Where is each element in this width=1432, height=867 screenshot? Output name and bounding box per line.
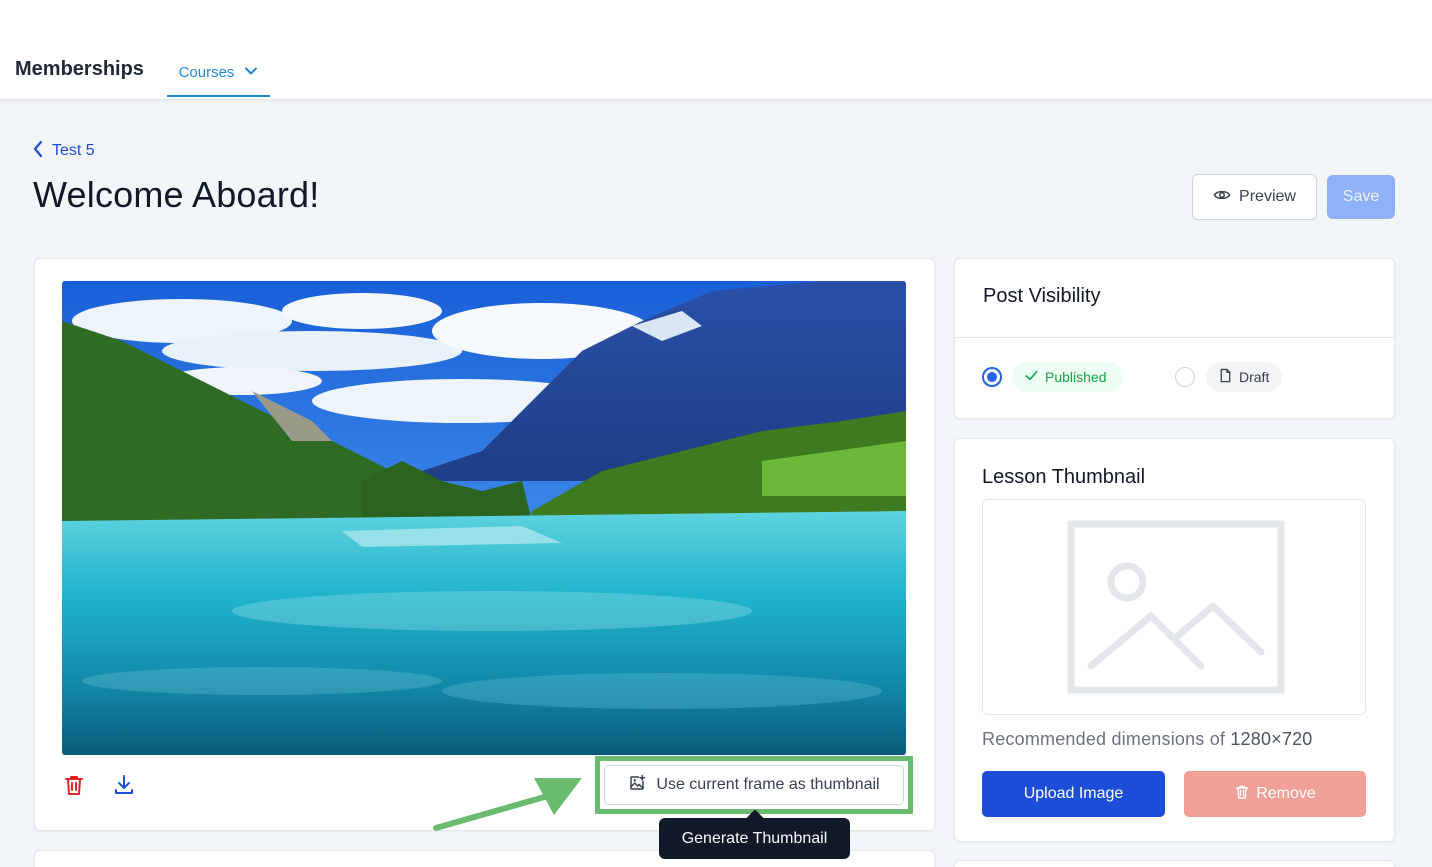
dims-prefix: Recommended dimensions of: [982, 729, 1231, 749]
draft-radio[interactable]: [1175, 367, 1195, 387]
chevron-left-icon: [32, 140, 44, 163]
tab-courses[interactable]: Courses: [167, 50, 270, 97]
save-button[interactable]: Save: [1327, 175, 1395, 219]
draft-label: Draft: [1239, 369, 1270, 385]
dims-value: 1280×720: [1230, 729, 1313, 749]
check-icon: [1024, 368, 1039, 386]
video-frame-image: [62, 281, 906, 755]
thumbnail-preview: [982, 499, 1366, 715]
generate-thumbnail-tooltip: Generate Thumbnail: [659, 818, 850, 859]
remove-button-label: Remove: [1256, 785, 1316, 802]
published-option[interactable]: Published: [1012, 362, 1123, 392]
preview-button[interactable]: Preview: [1192, 174, 1317, 220]
brand-title: Memberships: [15, 58, 144, 80]
post-visibility-title: Post Visibility: [983, 285, 1101, 307]
back-link-label: Test 5: [52, 142, 95, 159]
back-link[interactable]: Test 5: [32, 140, 95, 162]
download-icon: [112, 775, 136, 801]
recommended-dimensions: Recommended dimensions of 1280×720: [982, 729, 1313, 750]
preview-button-label: Preview: [1239, 188, 1296, 205]
delete-video-button[interactable]: [62, 773, 86, 797]
side-card: [954, 860, 1395, 867]
tab-courses-label: Courses: [178, 64, 235, 81]
eye-icon: [1213, 186, 1231, 209]
divider: [955, 337, 1394, 338]
remove-button[interactable]: Remove: [1184, 771, 1366, 817]
top-nav: Memberships Courses: [0, 0, 1432, 100]
use-frame-as-thumbnail-button[interactable]: Use current frame as thumbnail: [604, 765, 904, 805]
upload-image-button[interactable]: Upload Image: [982, 771, 1165, 817]
use-frame-button-label: Use current frame as thumbnail: [656, 776, 880, 793]
post-visibility-card: [954, 258, 1395, 419]
video-player[interactable]: [62, 281, 906, 755]
annotation-arrow-icon: [430, 770, 590, 835]
chevron-down-icon: [244, 64, 258, 82]
published-label: Published: [1045, 369, 1107, 385]
lesson-thumbnail-title: Lesson Thumbnail: [982, 466, 1146, 488]
file-icon: [1218, 368, 1233, 386]
download-video-button[interactable]: [112, 773, 136, 797]
image-placeholder-icon: [1067, 520, 1285, 694]
page-title: Welcome Aboard!: [33, 174, 320, 215]
image-plus-icon: [628, 774, 646, 797]
trash-icon: [62, 776, 86, 801]
draft-option[interactable]: Draft: [1206, 362, 1282, 392]
trash-icon: [1234, 784, 1250, 805]
published-radio[interactable]: [982, 367, 1002, 387]
